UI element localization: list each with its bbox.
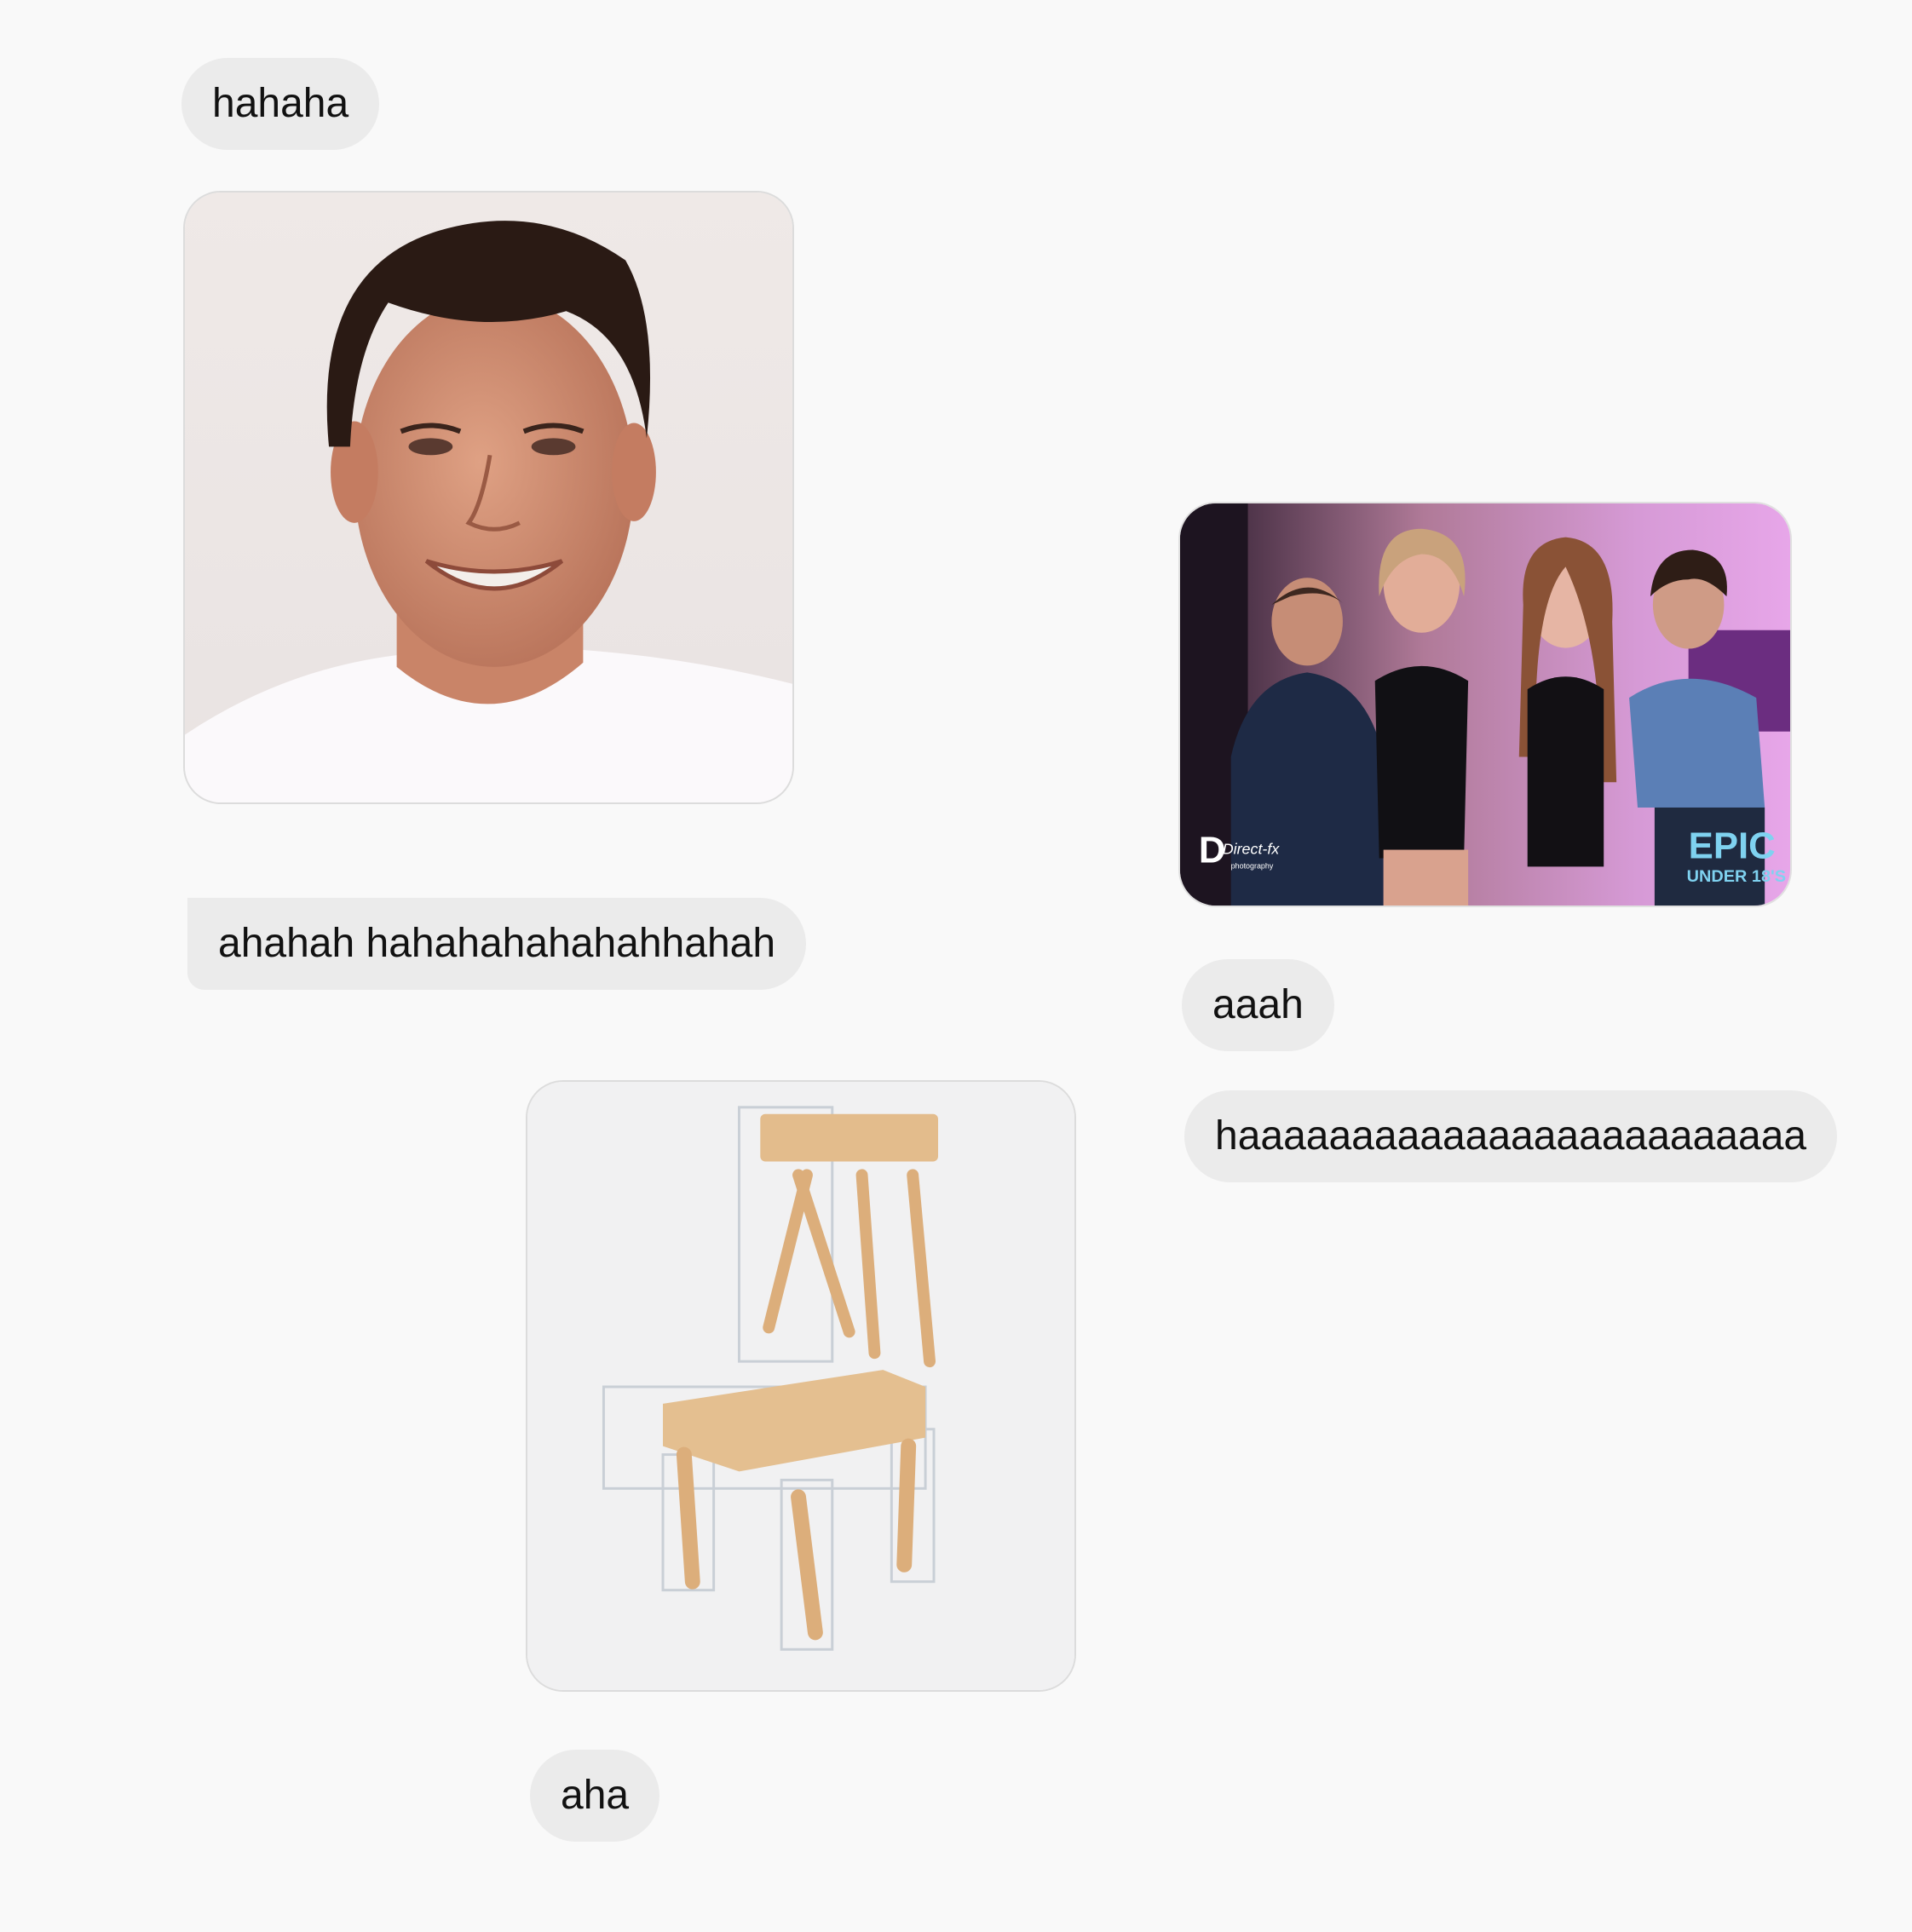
message-bubble[interactable]: haaaaaaaaaaaaaaaaaaaaaaaaa xyxy=(1184,1090,1838,1182)
watermark-under-18s: UNDER 18'S xyxy=(1687,867,1786,886)
message-bubble[interactable]: ahahah hahahahahahahhahah xyxy=(187,898,807,990)
chair-image xyxy=(527,1082,1074,1690)
image-message-portrait[interactable] xyxy=(183,191,794,804)
watermark-direct-fx: Direct-fx xyxy=(1223,841,1281,858)
conversation-view: hahaha ahahah hahahahahahahhahah D Direc… xyxy=(0,0,1912,1932)
image-message-chair[interactable] xyxy=(526,1080,1076,1692)
watermark-epic: EPIC xyxy=(1689,825,1776,867)
image-message-party[interactable]: D Direct-fx photography EPIC UNDER 18'S xyxy=(1178,502,1792,907)
message-bubble[interactable]: aaah xyxy=(1182,959,1334,1051)
portrait-image xyxy=(185,193,792,802)
watermark-photography: photography xyxy=(1231,861,1274,870)
message-bubble[interactable]: aha xyxy=(530,1750,660,1842)
party-image: D Direct-fx photography EPIC UNDER 18'S xyxy=(1180,503,1790,906)
message-bubble[interactable]: hahaha xyxy=(181,58,380,150)
